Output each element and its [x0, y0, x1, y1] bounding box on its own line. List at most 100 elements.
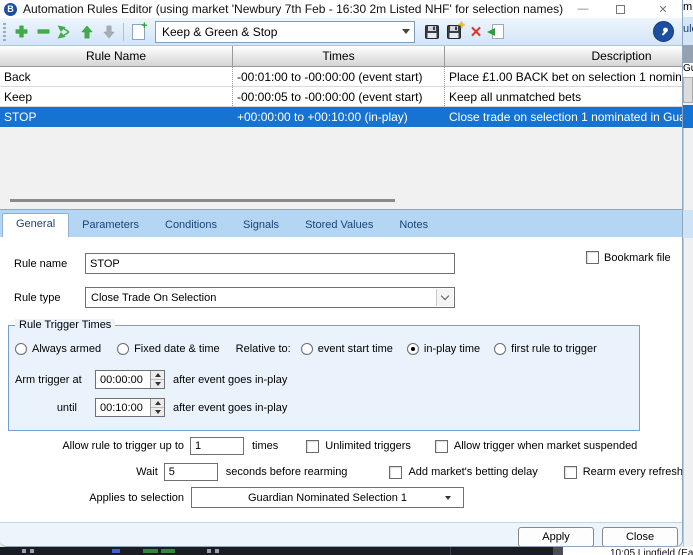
tab-signals[interactable]: Signals: [230, 215, 292, 237]
tab-parameters[interactable]: Parameters: [69, 215, 152, 237]
trigger-limit-input[interactable]: [190, 437, 244, 455]
until-time-spinner[interactable]: [95, 398, 165, 417]
strip-mark: [207, 549, 211, 553]
rule-type-dropdown[interactable]: Close Trade On Selection: [85, 287, 455, 308]
rule-trigger-times-group: Rule Trigger Times Always armed Fixed da…: [8, 319, 640, 431]
column-header-times[interactable]: Times: [233, 46, 445, 66]
toolbar-grip: [3, 22, 6, 41]
table-row-stop-selected[interactable]: STOP +00:00:00 to +00:10:00 (in-play) Cl…: [0, 107, 682, 127]
maximize-button[interactable]: [616, 4, 625, 14]
ruleset-combo-value: Keep & Green & Stop: [162, 24, 278, 39]
horizontal-scrollbar-thumb[interactable]: [10, 199, 395, 202]
tab-notes[interactable]: Notes: [386, 215, 441, 237]
cell-times: -00:01:00 to -00:00:00 (event start): [233, 67, 445, 86]
until-suffix: after event goes in-play: [173, 401, 288, 414]
radio-icon[interactable]: [300, 343, 313, 355]
until-time-value[interactable]: [96, 401, 146, 414]
allow-trigger-suspended-checkbox[interactable]: [434, 439, 448, 453]
tab-stored-values[interactable]: Stored Values: [292, 215, 386, 237]
title-bar[interactable]: B Automation Rules Editor (using market …: [0, 0, 682, 18]
remove-rule-icon[interactable]: [32, 21, 54, 43]
allow-trigger-suspended-checkbox-item[interactable]: Allow trigger when market suspended: [434, 439, 638, 453]
bookmark-file-checkbox[interactable]: [586, 251, 599, 264]
delete-file-icon[interactable]: ✕: [465, 21, 487, 43]
strip-mark: [215, 549, 219, 553]
spin-down-icon[interactable]: [151, 407, 164, 416]
rule-name-input[interactable]: [85, 253, 455, 274]
radio-icon-checked[interactable]: [406, 343, 419, 355]
spin-down-icon[interactable]: [151, 379, 164, 388]
wait-seconds-input[interactable]: [163, 463, 218, 481]
apply-button[interactable]: Apply: [518, 527, 594, 546]
chevron-down-icon[interactable]: [436, 289, 453, 306]
chevron-down-icon: [402, 28, 410, 34]
background-statusbar: 10:05 Lingfield (Each Way): [0, 547, 693, 555]
radio-fixed-date-time[interactable]: Fixed date & time: [117, 343, 220, 355]
new-file-icon[interactable]: +: [127, 20, 149, 43]
automation-rules-editor-window: B Automation Rules Editor (using market …: [0, 0, 683, 547]
applies-to-selection-value: Guardian Nominated Selection 1: [248, 491, 407, 504]
radio-first-rule-to-trigger[interactable]: first rule to trigger: [494, 343, 597, 355]
rearm-refresh-checkbox-item[interactable]: Rearm every refresh: [563, 465, 682, 479]
unlimited-triggers-checkbox-item[interactable]: Unlimited triggers: [306, 439, 411, 453]
toolbar: + Keep & Green & Stop + ✕: [0, 18, 682, 46]
close-button[interactable]: Close: [602, 527, 678, 546]
rules-table-header: Rule Name Times Description: [0, 46, 682, 67]
statusbar-divider: [553, 547, 563, 555]
chevron-down-icon: [445, 496, 451, 500]
arm-trigger-time-spinner[interactable]: [95, 370, 165, 389]
rearm-refresh-checkbox[interactable]: [563, 465, 577, 479]
spin-up-icon[interactable]: [151, 371, 164, 379]
betting-delay-checkbox-item[interactable]: Add market's betting delay: [389, 465, 538, 479]
strip-mark-green: [161, 549, 175, 553]
close-window-button[interactable]: ✕: [656, 3, 670, 16]
background-tabstrip-fragment: [683, 210, 693, 238]
table-row-back[interactable]: Back -00:01:00 to -00:00:00 (event start…: [0, 67, 682, 87]
applies-to-selection-dropdown[interactable]: Guardian Nominated Selection 1: [191, 487, 464, 508]
spin-up-icon[interactable]: [151, 399, 164, 407]
radio-label: Always armed: [32, 343, 102, 355]
background-ladder-strip: [0, 547, 553, 555]
checkbox-label: Add market's betting delay: [408, 466, 538, 478]
radio-icon[interactable]: [15, 343, 27, 355]
radio-icon[interactable]: [117, 343, 130, 355]
unlimited-triggers-checkbox[interactable]: [306, 439, 320, 453]
column-header-rule-name[interactable]: Rule Name: [0, 46, 233, 66]
radio-always-armed[interactable]: Always armed: [15, 343, 101, 355]
tab-conditions[interactable]: Conditions: [152, 215, 230, 237]
relative-to-label: Relative to:: [235, 343, 291, 355]
move-down-icon[interactable]: [98, 21, 120, 43]
save-file-icon[interactable]: [421, 21, 443, 43]
move-up-icon[interactable]: [76, 21, 98, 43]
arm-trigger-time-value[interactable]: [96, 373, 146, 386]
radio-in-play-time[interactable]: in-play time: [406, 343, 480, 355]
arm-trigger-suffix: after event goes in-play: [173, 373, 288, 386]
import-icon[interactable]: [487, 21, 509, 43]
cell-times: -00:00:05 to -00:00:00 (event start): [233, 87, 445, 106]
minimize-button[interactable]: —: [576, 3, 590, 15]
table-row-keep[interactable]: Keep -00:00:05 to -00:00:00 (event start…: [0, 87, 682, 107]
cell-description: Keep all unmatched bets: [445, 87, 682, 106]
background-row-fragment: Gua: [683, 63, 693, 77]
strip-mark: [22, 549, 26, 553]
radio-event-start-time[interactable]: event start time: [300, 343, 393, 355]
trigger-limit-suffix: times: [252, 440, 279, 452]
checkbox-label: Allow trigger when market suspended: [453, 440, 638, 452]
save-as-icon[interactable]: +: [443, 18, 465, 43]
background-toolbar-fragment: ule: [683, 17, 693, 45]
pin-window-icon[interactable]: [653, 21, 674, 42]
group-title: Rule Trigger Times: [15, 319, 116, 331]
tab-strip: General Parameters Conditions Signals St…: [0, 210, 682, 237]
column-header-description[interactable]: Description: [445, 46, 682, 66]
background-window-sliver: m ule Gua: [683, 0, 693, 555]
background-menu-fragment: m: [683, 0, 693, 17]
add-rule-icon[interactable]: [10, 21, 32, 43]
radio-icon[interactable]: [494, 343, 507, 355]
trigger-limit-label: Allow rule to trigger up to: [62, 440, 184, 452]
strip-mark: [30, 549, 34, 553]
duplicate-rule-icon[interactable]: [54, 21, 76, 43]
ruleset-combo[interactable]: Keep & Green & Stop: [155, 20, 415, 43]
tab-general[interactable]: General: [2, 213, 70, 237]
betting-delay-checkbox[interactable]: [389, 465, 403, 479]
wait-suffix: seconds before rearming: [225, 466, 348, 478]
